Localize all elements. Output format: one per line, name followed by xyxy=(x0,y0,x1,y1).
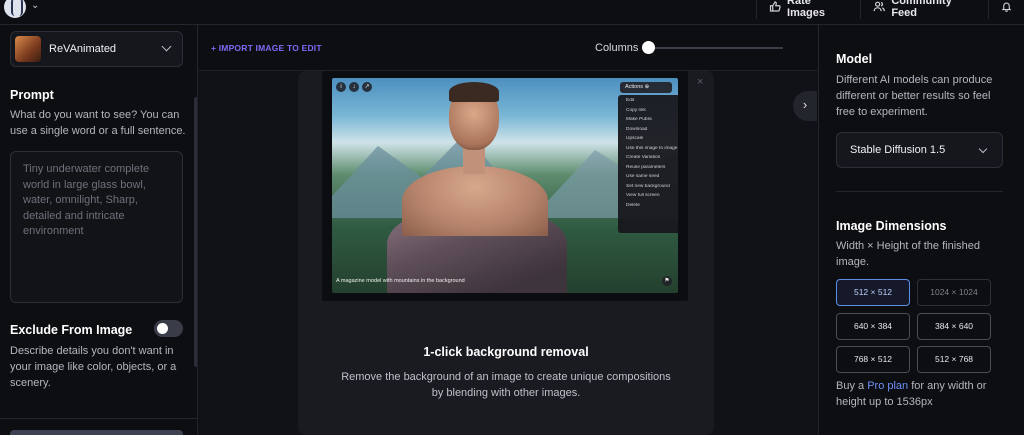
pro-plan-note: Buy a Pro plan for any width or height u… xyxy=(836,378,1006,410)
dimension-512x512[interactable]: 512 × 512 xyxy=(836,279,910,306)
model-dropdown[interactable]: ReVAnimated xyxy=(10,31,183,67)
dimension-768x512[interactable]: 768 × 512 xyxy=(836,346,910,373)
dimensions-description: Width × Height of the finished image. xyxy=(836,240,980,268)
left-scrollbar[interactable] xyxy=(194,97,197,367)
base-model-value: Stable Diffusion 1.5 xyxy=(850,144,946,156)
exclude-toggle[interactable] xyxy=(154,320,183,337)
menu-item-download[interactable]: Download xyxy=(618,127,678,137)
image-toolbar: i ↓ ↗ xyxy=(336,82,372,92)
main-canvas: + IMPORT IMAGE TO EDIT Columns × i ↓ ↗ A… xyxy=(199,25,817,435)
columns-slider-handle[interactable] xyxy=(642,41,655,54)
divider xyxy=(0,418,198,419)
dimension-512x768[interactable]: 512 × 768 xyxy=(917,346,991,373)
menu-item-full-screen[interactable]: View full screen xyxy=(618,193,678,203)
prompt-title: Prompt xyxy=(10,88,54,102)
pro-plan-link[interactable]: Pro plan xyxy=(867,380,908,392)
model-name: ReVAnimated xyxy=(49,43,117,55)
menu-item-upscale[interactable]: Upscale xyxy=(618,136,678,146)
model-thumbnail xyxy=(15,36,41,62)
image-preview: i ↓ ↗ Actions ⊕ Edit Copy link Make Publ… xyxy=(322,71,688,301)
dimensions-title: Image Dimensions xyxy=(836,219,947,233)
divider xyxy=(836,191,1003,192)
pro-prefix: Buy a xyxy=(836,380,868,392)
menu-item-delete[interactable]: Delete xyxy=(618,203,678,213)
download-icon[interactable]: ↓ xyxy=(349,82,359,92)
chevron-down-icon xyxy=(978,144,988,154)
menu-item-image-to-image[interactable]: Use this image to image xyxy=(618,146,678,156)
top-bar: ⌄ Rate Images Community Feed xyxy=(0,0,1024,25)
close-icon[interactable]: × xyxy=(697,76,703,88)
community-feed-label: Community Feed xyxy=(891,0,952,19)
exclude-description: Describe details you don't want in your … xyxy=(10,345,177,389)
chevron-down-icon xyxy=(161,41,172,52)
dimension-1024x1024[interactable]: 1024 × 1024 xyxy=(917,279,991,306)
menu-item-copy-link[interactable]: Copy link xyxy=(618,108,678,118)
generate-button[interactable] xyxy=(10,430,183,435)
exclude-title: Exclude From Image xyxy=(10,323,133,337)
base-model-dropdown[interactable]: Stable Diffusion 1.5 xyxy=(836,132,1003,168)
columns-slider-track[interactable] xyxy=(648,47,783,49)
model-title: Model xyxy=(836,52,873,66)
card-description: Remove the background of an image to cre… xyxy=(341,371,671,399)
prompt-box xyxy=(10,151,183,303)
menu-item-variation[interactable]: Create Variation xyxy=(618,155,678,165)
card-title: 1-click background removal xyxy=(423,345,589,359)
thumbs-up-icon xyxy=(769,1,781,12)
import-image-link[interactable]: + IMPORT IMAGE TO EDIT xyxy=(211,43,322,53)
prompt-input[interactable] xyxy=(23,162,170,292)
figure-hair xyxy=(449,82,499,102)
menu-item-new-background[interactable]: Set new background xyxy=(618,184,678,194)
generated-image[interactable]: i ↓ ↗ Actions ⊕ Edit Copy link Make Publ… xyxy=(332,78,678,293)
actions-menu: Edit Copy link Make Public Download Upsc… xyxy=(618,95,678,233)
menu-item-edit[interactable]: Edit xyxy=(618,98,678,108)
notifications-button[interactable] xyxy=(988,0,1024,19)
users-icon xyxy=(873,1,885,12)
dimension-384x640[interactable]: 384 × 640 xyxy=(917,313,991,340)
chevron-right-icon[interactable]: › xyxy=(793,91,817,121)
rate-images-button[interactable]: Rate Images xyxy=(756,0,859,19)
chevron-down-icon[interactable]: ⌄ xyxy=(31,0,39,11)
community-feed-button[interactable]: Community Feed xyxy=(860,0,988,19)
feature-card: × i ↓ ↗ Actions ⊕ Edit Copy link Make Pu… xyxy=(298,71,714,435)
info-icon[interactable]: i xyxy=(336,82,346,92)
share-icon[interactable]: ↗ xyxy=(362,82,372,92)
actions-button[interactable]: Actions ⊕ xyxy=(620,82,672,93)
figure-shoulders xyxy=(402,166,548,236)
rate-images-label: Rate Images xyxy=(787,0,825,19)
menu-item-reuse-parameters[interactable]: Reuse parameters xyxy=(618,165,678,175)
dimension-640x384[interactable]: 640 × 384 xyxy=(836,313,910,340)
menu-item-make-public[interactable]: Make Public xyxy=(618,117,678,127)
model-description: Different AI models can produce differen… xyxy=(836,74,993,118)
columns-label: Columns xyxy=(595,42,639,54)
menu-item-same-seed[interactable]: Use same seed xyxy=(618,174,678,184)
left-sidebar: ReVAnimated Prompt What do you want to s… xyxy=(0,25,198,435)
logo-icon[interactable] xyxy=(4,0,26,18)
right-sidebar: Model Different AI models can produce di… xyxy=(818,25,1024,435)
flag-icon[interactable]: ⚑ xyxy=(662,276,672,286)
bell-icon xyxy=(1001,2,1012,12)
canvas-toolbar: + IMPORT IMAGE TO EDIT Columns xyxy=(199,25,817,71)
prompt-description: What do you want to see? You can use a s… xyxy=(10,109,186,137)
image-caption: A magazine model with mountains in the b… xyxy=(336,278,465,284)
